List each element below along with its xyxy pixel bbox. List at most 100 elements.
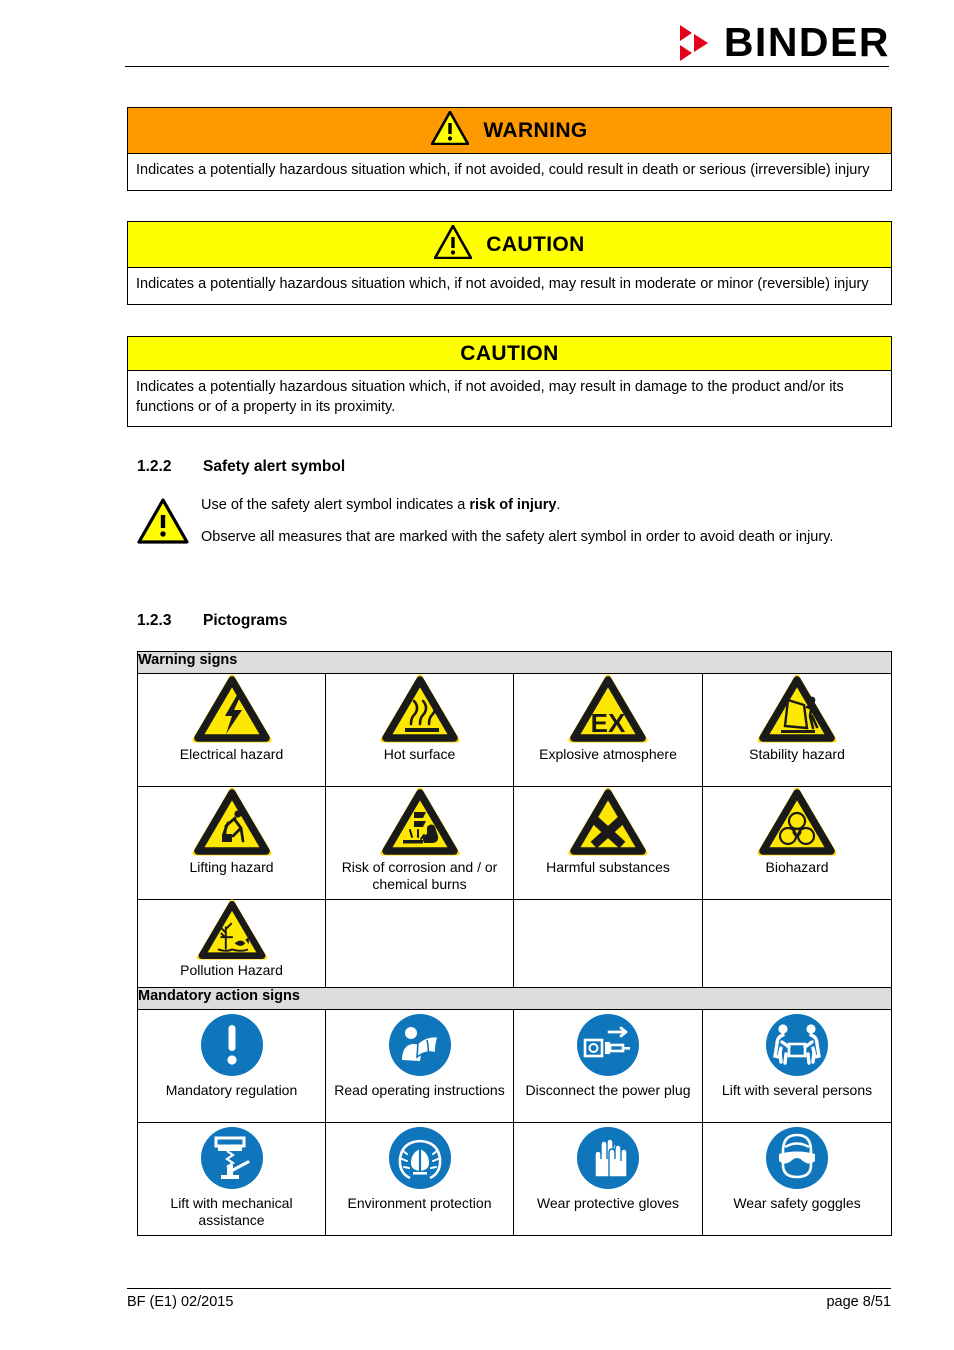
table-row: Electrical hazard Hot surface EX Explosi… (137, 673, 893, 787)
safety-alert-p1-suffix: . (556, 497, 561, 513)
pictogram-label: Disconnect the power plug (525, 1082, 691, 1098)
pictogram-cell-mandatory-regulation: Mandatory regulation (137, 1009, 326, 1123)
lift-several-persons-icon (703, 1010, 891, 1080)
corrosion-hazard-icon (326, 787, 513, 857)
section-number: 1.2.2 (137, 458, 172, 475)
pictogram-cell-harmful-substances: Harmful substances (513, 786, 703, 900)
table-row: Mandatory regulation Read operating inst… (137, 1009, 893, 1123)
safety-alert-paragraph-2: Observe all measures that are marked wit… (201, 529, 834, 546)
read-operating-instructions-icon (326, 1010, 513, 1080)
pictogram-cell-empty (701, 899, 893, 988)
pictogram-cell-disconnect-power-plug: Disconnect the power plug (513, 1009, 703, 1123)
mandatory-regulation-icon (138, 1010, 325, 1080)
pictogram-cell-lift-several-persons: Lift with several persons (701, 1009, 893, 1123)
binder-logo: BINDER (678, 22, 890, 63)
group-heading-mandatory-action-signs: Mandatory action signs (136, 987, 893, 1010)
pictogram-cell-explosive-atmosphere: EX Explosive atmosphere (513, 673, 703, 787)
safety-alert-symbol-block: Use of the safety alert symbol indicates… (137, 495, 897, 548)
table-row: Lift with mechanical assistance Environm… (137, 1122, 893, 1236)
disconnect-power-plug-icon (514, 1010, 702, 1080)
safety-alert-p1-bold: risk of injury (469, 497, 557, 513)
pictogram-table: Warning signs Electrical hazard Hot surf… (136, 651, 893, 1236)
page-footer: BF (E1) 02/2015 page 8/51 (127, 1294, 891, 1310)
section-heading-safety-alert: 1.2.2 Safety alert symbol (137, 458, 345, 476)
alert-box-warning: WARNING Indicates a potentially hazardou… (127, 107, 892, 191)
alert-box-caution-product: CAUTION Indicates a potentially hazardou… (127, 336, 892, 428)
page-header: BINDER (0, 0, 954, 78)
pictogram-cell-biohazard: Biohazard (701, 786, 893, 900)
pictogram-cell-wear-safety-goggles: Wear safety goggles (701, 1122, 893, 1236)
pictogram-label: Stability hazard (749, 746, 845, 762)
environment-protection-icon (326, 1123, 513, 1193)
binder-triangles-logo-icon (678, 23, 714, 63)
alert-title: WARNING (483, 118, 588, 142)
pictogram-label: Lift with mechanical assistance (170, 1195, 293, 1228)
wear-protective-gloves-icon (514, 1123, 702, 1193)
pictogram-cell-empty (325, 899, 514, 988)
svg-text:EX: EX (591, 708, 626, 738)
pictogram-label: Lift with several persons (721, 1082, 873, 1098)
hot-surface-icon (326, 674, 513, 744)
pictogram-cell-lift-mechanical-assistance: Lift with mechanical assistance (137, 1122, 326, 1236)
pictogram-label: Read operating instructions (334, 1082, 505, 1098)
brand-name: BINDER (723, 19, 890, 65)
wear-safety-goggles-icon (703, 1123, 891, 1193)
warning-triangle-icon (431, 110, 470, 150)
pictogram-label: Pollution Hazard (180, 962, 283, 978)
pictogram-cell-wear-protective-gloves: Wear protective gloves (513, 1122, 703, 1236)
safety-alert-symbol-text: Use of the safety alert symbol indicates… (201, 495, 897, 548)
alert-box-caution-injury: CAUTION Indicates a potentially hazardou… (127, 221, 892, 305)
section-title: Safety alert symbol (203, 458, 346, 475)
table-group-header-row: Mandatory action signs (136, 987, 893, 1010)
pictogram-label: Biohazard (765, 859, 829, 875)
footer-document-code: BF (E1) 02/2015 (127, 1294, 234, 1310)
alert-header-warning: WARNING (128, 108, 891, 154)
header-divider (125, 66, 889, 67)
warning-triangle-icon (433, 224, 473, 264)
group-heading-warning-signs: Warning signs (136, 651, 893, 674)
section-title: Pictograms (203, 612, 288, 629)
alert-header-caution-product: CAUTION (128, 337, 891, 371)
alert-title: CAUTION (460, 341, 559, 365)
pictogram-cell-empty (513, 899, 703, 988)
section-heading-pictograms: 1.2.3 Pictograms (137, 612, 287, 630)
footer-page-number: page 8/51 (826, 1294, 891, 1310)
pictogram-label: Wear protective gloves (536, 1195, 680, 1211)
pictogram-cell-hot-surface: Hot surface (325, 673, 514, 787)
pictogram-label: Explosive atmosphere (539, 746, 677, 762)
alert-body: Indicates a potentially hazardous situat… (136, 162, 870, 178)
alert-body: Indicates a potentially hazardous situat… (136, 379, 844, 415)
pictogram-label: Mandatory regulation (165, 1082, 298, 1098)
lifting-hazard-icon (138, 787, 325, 857)
table-row: Lifting hazard Risk of corrosion and / o… (137, 786, 893, 900)
safety-alert-paragraph-1: Use of the safety alert symbol indicates… (201, 495, 897, 516)
pictogram-cell-corrosion: Risk of corrosion and / or chemical burn… (325, 786, 514, 900)
pictogram-cell-environment-protection: Environment protection (325, 1122, 514, 1236)
pictogram-cell-electrical-hazard: Electrical hazard (137, 673, 326, 787)
pictogram-cell-read-operating-instructions: Read operating instructions (325, 1009, 514, 1123)
safety-alert-p1-prefix: Use of the safety alert symbol indicates… (201, 497, 470, 513)
pictogram-label: Risk of corrosion and / or chemical burn… (341, 859, 498, 892)
alert-body: Indicates a potentially hazardous situat… (136, 276, 869, 292)
pictogram-cell-pollution-hazard: Pollution Hazard (137, 899, 326, 988)
stability-hazard-icon (703, 674, 891, 744)
pictogram-cell-lifting-hazard: Lifting hazard (137, 786, 326, 900)
pictogram-label: Environment protection (347, 1195, 492, 1211)
pictogram-label: Wear safety goggles (733, 1195, 861, 1211)
pictogram-label: Hot surface (383, 746, 456, 762)
table-row: Pollution Hazard (137, 899, 893, 988)
pictogram-label: Lifting hazard (189, 859, 274, 875)
alert-title: CAUTION (486, 232, 585, 256)
lift-mechanical-assistance-icon (138, 1123, 325, 1193)
electrical-hazard-icon (138, 674, 325, 744)
pictogram-label: Harmful substances (546, 859, 670, 875)
harmful-substances-icon (514, 787, 702, 857)
safety-alert-triangle-icon (137, 498, 189, 549)
pictogram-label: Electrical hazard (179, 746, 284, 762)
explosive-atmosphere-ex-icon: EX (514, 674, 702, 744)
biohazard-icon (703, 787, 891, 857)
alert-header-caution-injury: CAUTION (128, 222, 891, 268)
section-number: 1.2.3 (137, 612, 172, 629)
pollution-hazard-icon (138, 899, 325, 960)
document-page: BINDER WARNING Indicates a potentially h… (0, 0, 954, 1350)
